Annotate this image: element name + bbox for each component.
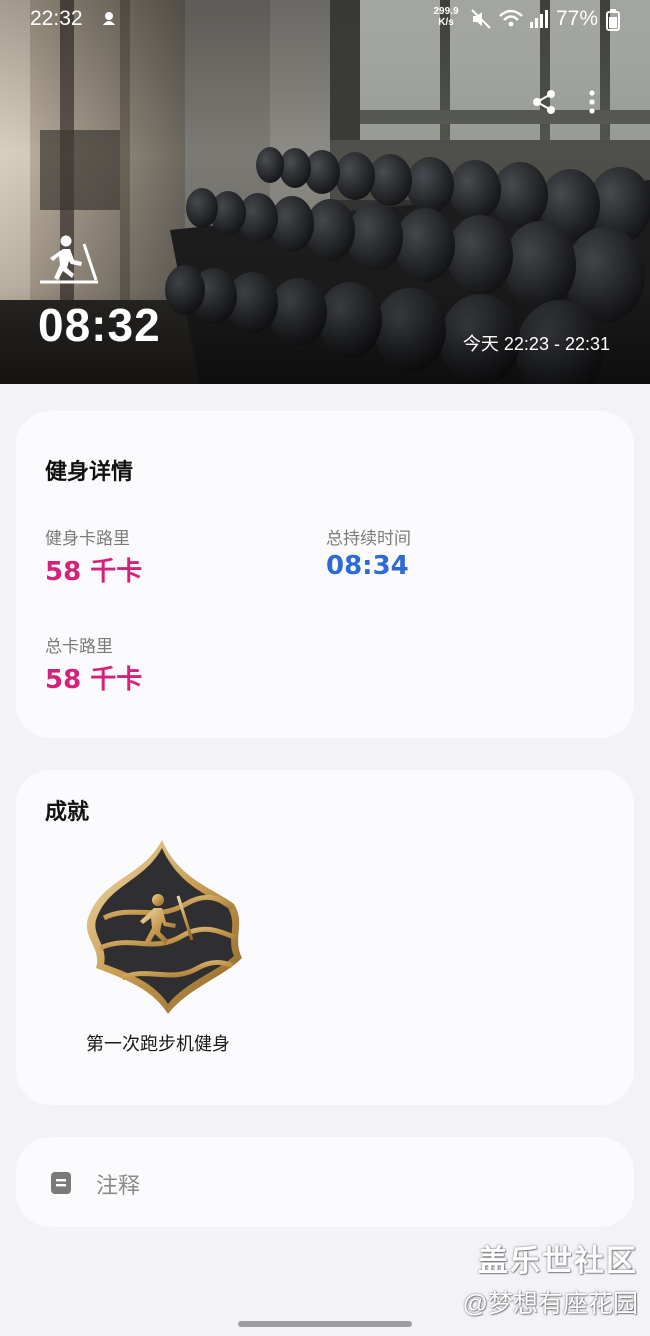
metric-value-total-duration: 08:34 <box>326 551 409 581</box>
battery-icon <box>606 9 620 35</box>
notes-label: 注释 <box>96 1174 141 1199</box>
badge-label: 第一次跑步机健身 <box>86 1034 230 1055</box>
hero-image: 22:32 299.9 K/s 77% 08:32 今天 22:23 - 22:… <box>0 0 650 384</box>
status-time: 22:32 <box>30 7 83 30</box>
metric-label-workout-calories: 健身卡路里 <box>45 529 130 549</box>
battery-percent: 77% <box>556 7 599 30</box>
network-speed-unit: K/s <box>438 17 454 28</box>
mute-icon <box>470 8 492 34</box>
home-indicator[interactable] <box>238 1321 412 1327</box>
achievements-title: 成就 <box>45 800 90 825</box>
workout-duration: 08:32 <box>38 299 161 351</box>
workout-details-card: 健身详情 健身卡路里 58 千卡 总持续时间 08:34 总卡路里 58 千卡 <box>16 411 634 738</box>
more-options-icon[interactable] <box>586 88 598 120</box>
status-bar: 22:32 299.9 K/s 77% <box>0 0 650 40</box>
details-title: 健身详情 <box>45 460 134 485</box>
watermark-line1: 盖乐世社区 <box>478 1245 638 1278</box>
treadmill-icon <box>38 234 100 292</box>
wifi-icon <box>498 8 524 34</box>
metric-label-total-duration: 总持续时间 <box>326 529 411 549</box>
metric-value-workout-calories: 58 千卡 <box>45 557 143 587</box>
notes-card[interactable]: 注释 <box>16 1137 634 1227</box>
share-icon[interactable] <box>530 88 558 120</box>
network-speed: 299.9 K/s <box>426 6 466 28</box>
achievements-card: 成就 第一次跑步机健身 <box>16 770 634 1105</box>
signal-icon <box>528 8 550 34</box>
metric-value-total-calories: 58 千卡 <box>45 665 143 695</box>
metric-label-total-calories: 总卡路里 <box>45 637 113 657</box>
notification-icon <box>100 9 118 31</box>
watermark-line2: @梦想有座花园 <box>462 1290 638 1318</box>
note-icon <box>50 1171 72 1199</box>
network-speed-value: 299.9 <box>433 6 459 17</box>
treadmill-badge-icon[interactable] <box>82 838 246 1022</box>
workout-date-range: 今天 22:23 - 22:31 <box>462 334 610 354</box>
